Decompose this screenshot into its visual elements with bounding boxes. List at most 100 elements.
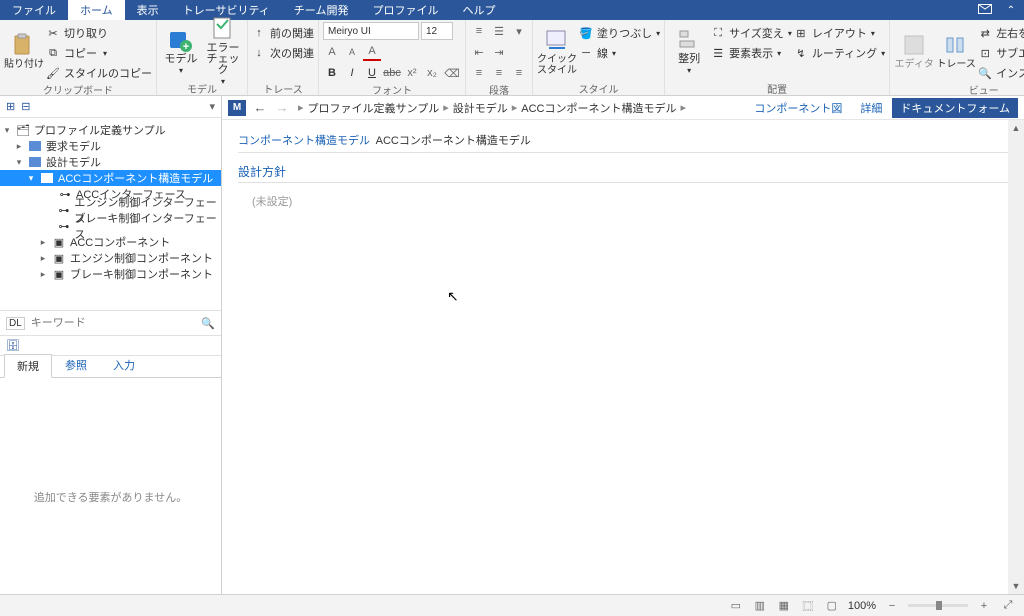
zoom-slider[interactable] (908, 604, 968, 607)
status-view3-icon[interactable]: ▦ (776, 599, 792, 613)
align-right-icon[interactable]: ≡ (510, 64, 528, 82)
menu-file[interactable]: ファイル (0, 0, 68, 20)
font-size-controls[interactable]: A A A (323, 43, 381, 61)
model-button[interactable]: + モデル▾ (161, 22, 201, 80)
empty-message: 追加できる要素がありません。 (0, 378, 221, 616)
trace-view-button[interactable]: トレース (936, 22, 976, 80)
paste-button[interactable]: 貼り付け (4, 22, 44, 80)
menu-home[interactable]: ホーム (68, 0, 125, 20)
nav-back-icon[interactable]: ← (252, 100, 268, 115)
subeditor-button[interactable]: ⊡サブエディタ (978, 44, 1024, 62)
status-view1-icon[interactable]: ▭ (728, 599, 744, 613)
tree-tool2-icon[interactable]: ⊟ (21, 100, 30, 113)
bold-icon[interactable]: B (323, 64, 341, 82)
nav-fwd-icon[interactable]: → (274, 100, 290, 115)
swap-button[interactable]: ⇄左右を入れ替え (978, 24, 1024, 42)
search-type-icon[interactable]: DL (6, 317, 25, 330)
crumb-2[interactable]: 設計モデル (453, 100, 508, 116)
zoom-out-icon[interactable]: − (884, 599, 900, 613)
font-name-input[interactable] (323, 22, 419, 40)
ribbon-group-layout: 整列▾ ⛶サイズ変え▾ ☰要素表示▾ ⊞レイアウト▾ ↯ルーティング▾ 配置 (665, 20, 890, 95)
status-view2-icon[interactable]: ▥ (752, 599, 768, 613)
tree-acc-struct[interactable]: ▾ACCコンポーネント構造モデル (0, 170, 221, 186)
next-trace-button[interactable]: ↓次の関連 (252, 44, 314, 62)
menu-team[interactable]: チーム開発 (282, 0, 361, 20)
tree-tool-icon[interactable]: ⊞ (6, 100, 15, 113)
interface-icon: ⊶ (57, 220, 70, 232)
increase-font-icon[interactable]: A (323, 43, 341, 61)
scroll-up-icon[interactable]: ▲ (1008, 120, 1024, 136)
editor-button[interactable]: エディタ (894, 22, 934, 80)
component-icon: ▣ (52, 236, 66, 248)
line-button[interactable]: ─線▾ (579, 44, 660, 62)
clear-format-icon[interactable]: ⌫ (443, 64, 461, 82)
view-diagram[interactable]: コンポーネント図 (746, 98, 850, 118)
fullscreen-icon[interactable]: ⤢ (1000, 599, 1016, 613)
cut-button[interactable]: ✂切り取り (46, 24, 152, 42)
crumb-3[interactable]: ACCコンポーネント構造モデル (521, 100, 676, 116)
font-size-input[interactable] (421, 22, 453, 40)
underline-icon[interactable]: U (363, 64, 381, 82)
status-present-icon[interactable]: ▢ (824, 599, 840, 613)
window-collapse-icon[interactable]: ⌃ (998, 0, 1024, 20)
zoom-in-icon[interactable]: + (976, 599, 992, 613)
view-docform[interactable]: ドキュメントフォーム (892, 98, 1018, 118)
crumb-1[interactable]: プロファイル定義サンプル (308, 100, 440, 116)
sub-icon[interactable]: x₂ (423, 64, 441, 82)
routing-button[interactable]: ↯ルーティング▾ (794, 44, 885, 62)
tree-req[interactable]: ▸要求モデル (0, 138, 221, 154)
font-color-icon[interactable]: A (363, 43, 381, 61)
prev-trace-button[interactable]: ↑前の関連 (252, 24, 314, 42)
tree-design[interactable]: ▾設計モデル (0, 154, 221, 170)
menu-help[interactable]: ヘルプ (450, 0, 507, 20)
strike-icon[interactable]: abc (383, 64, 401, 82)
vertical-scrollbar[interactable]: ▲ ▼ (1008, 120, 1024, 594)
copy-button[interactable]: ⧉コピー▾ (46, 44, 152, 62)
bullet-icon[interactable]: ≡ (470, 22, 488, 40)
italic-icon[interactable]: I (343, 64, 361, 82)
tab-ref[interactable]: 参照 (52, 353, 100, 377)
tab-input[interactable]: 入力 (100, 353, 148, 377)
tab-new[interactable]: 新規 (4, 354, 52, 378)
status-view4-icon[interactable]: ⿴ (800, 599, 816, 613)
ribbon-group-view: エディタ トレース ⇄左右を入れ替え ⊡サブエディタ 🔍インスペクタ ビュー (890, 20, 1024, 95)
bottom-tabs: 新規 参照 入力 (0, 356, 221, 378)
align-center-icon[interactable]: ≡ (490, 64, 508, 82)
panel-tool-icon[interactable]: 🗄 (6, 339, 20, 352)
align-button[interactable]: 整列▾ (669, 22, 709, 80)
view-detail[interactable]: 詳細 (852, 98, 890, 118)
errorcheck-button[interactable]: エラーチェック▾ (203, 22, 243, 80)
menu-view[interactable]: 表示 (125, 0, 171, 20)
align-left-icon[interactable]: ≡ (470, 64, 488, 82)
outdent-icon[interactable]: ⇤ (470, 43, 488, 61)
model-badge: M (228, 100, 246, 116)
inspector-button[interactable]: 🔍インスペクタ (978, 64, 1024, 82)
stylecopy-button[interactable]: 🖌スタイルのコピー (46, 64, 152, 82)
indent-icon[interactable]: ⇥ (490, 43, 508, 61)
window-message-icon[interactable] (972, 0, 998, 20)
show-button[interactable]: ☰要素表示▾ (711, 44, 792, 62)
project-icon: 🗂 (16, 124, 30, 136)
ribbon-group-font: A A A B I U abc x² x₂ ⌫ フォント (319, 20, 466, 95)
folder-icon (28, 140, 42, 152)
quickstyle-button[interactable]: クイック スタイル (537, 22, 577, 80)
fill-button[interactable]: 🪣塗りつぶし▾ (579, 24, 660, 42)
tree-settings-icon[interactable]: ▾ (209, 100, 215, 113)
menu-profile[interactable]: プロファイル (360, 0, 450, 20)
tree-eng-comp[interactable]: ▸▣エンジン制御コンポーネント (0, 250, 221, 266)
status-bar: ▭ ▥ ▦ ⿴ ▢ 100% − + ⤢ (0, 594, 1024, 616)
tree-brk-if[interactable]: ⊶ブレーキ制御インターフェース (0, 218, 221, 234)
tree-brk-comp[interactable]: ▸▣ブレーキ制御コンポーネント (0, 266, 221, 282)
numlist-icon[interactable]: ☰ (490, 22, 508, 40)
layout-button[interactable]: ⊞レイアウト▾ (794, 24, 885, 42)
search-go-icon[interactable]: 🔍 (201, 317, 215, 330)
model-tree[interactable]: ▾🗂プロファイル定義サンプル ▸要求モデル ▾設計モデル ▾ACCコンポーネント… (0, 118, 221, 310)
doc-unset: (未設定) (238, 183, 1008, 209)
main-area: M ← → ▸ プロファイル定義サンプル▸ 設計モデル▸ ACCコンポーネント構… (222, 96, 1024, 616)
search-input[interactable] (31, 317, 196, 329)
super-icon[interactable]: x² (403, 64, 421, 82)
decrease-font-icon[interactable]: A (343, 43, 361, 61)
resize-button[interactable]: ⛶サイズ変え▾ (711, 24, 792, 42)
scroll-down-icon[interactable]: ▼ (1008, 578, 1024, 594)
tree-root[interactable]: ▾🗂プロファイル定義サンプル (0, 122, 221, 138)
